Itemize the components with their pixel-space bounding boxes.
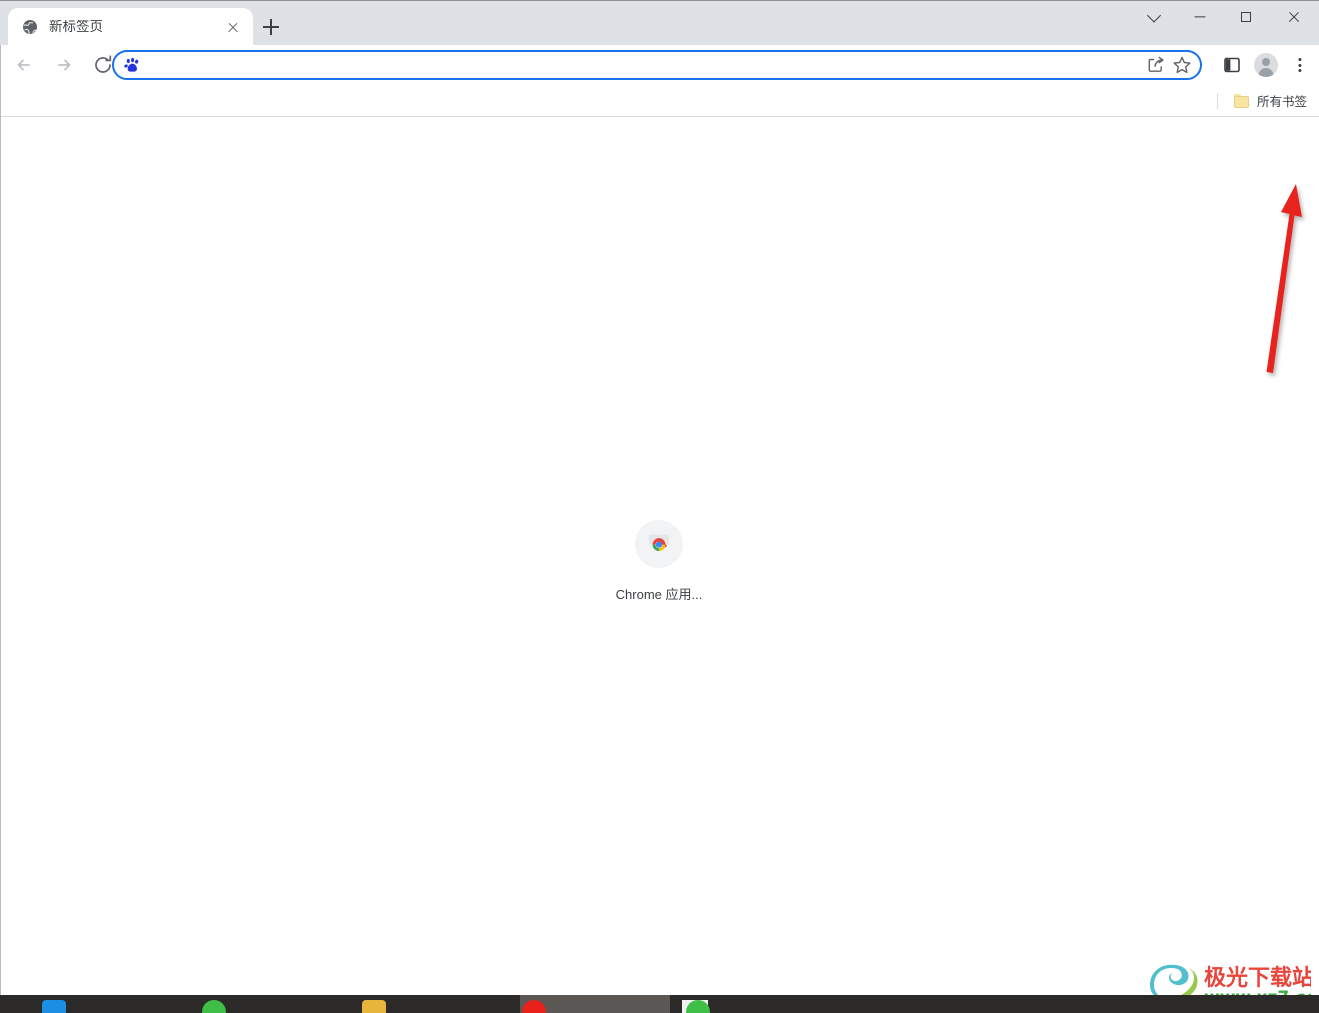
tab-new-tab-page[interactable]: 新标签页 xyxy=(8,8,253,46)
annotation-arrow xyxy=(1266,184,1302,373)
forward-button[interactable] xyxy=(46,48,80,82)
side-panel-icon xyxy=(1224,57,1240,73)
taskbar-icon-1[interactable] xyxy=(40,1000,68,1013)
back-button[interactable] xyxy=(8,48,42,82)
globe-icon xyxy=(22,19,38,35)
back-arrow-icon xyxy=(17,59,30,71)
window-controls xyxy=(1131,1,1319,46)
address-bar[interactable] xyxy=(112,50,1202,80)
all-bookmarks-button[interactable]: 所有书签 xyxy=(1228,89,1313,113)
all-bookmarks-label: 所有书签 xyxy=(1256,95,1307,109)
taskbar-icon-2[interactable] xyxy=(200,1000,228,1013)
browser-window: 新标签页 所有书签 Chrome 应用... xyxy=(0,0,1319,995)
three-dot-menu-icon xyxy=(1298,58,1302,62)
three-dot-menu-button[interactable] xyxy=(1285,48,1315,82)
close-icon[interactable] xyxy=(223,17,243,37)
minimize-icon xyxy=(1194,16,1206,18)
chrome-logo-icon xyxy=(635,520,683,568)
tab-title: 新标签页 xyxy=(49,20,103,34)
shortcut-chrome-apps[interactable]: Chrome 应用... xyxy=(614,520,704,603)
tab-search-button[interactable] xyxy=(1131,1,1177,33)
minimize-button[interactable] xyxy=(1177,1,1223,33)
tab-strip: 新标签页 xyxy=(0,0,1319,46)
chevron-down-icon xyxy=(1146,8,1162,23)
browser-toolbar xyxy=(0,45,1319,85)
new-tab-button[interactable] xyxy=(256,12,286,42)
bookmarks-bar: 所有书签 xyxy=(0,85,1319,117)
address-bar-input[interactable] xyxy=(149,54,1142,76)
taskbar-icon-3[interactable] xyxy=(360,1000,388,1013)
maximize-button[interactable] xyxy=(1223,1,1269,33)
close-window-button[interactable] xyxy=(1269,1,1319,33)
shortcut-label: Chrome 应用... xyxy=(615,587,703,602)
maximize-icon xyxy=(1241,12,1251,22)
folder-icon xyxy=(1233,93,1250,108)
baidu-paw-icon xyxy=(124,57,141,74)
forward-arrow-icon xyxy=(58,59,71,71)
toolbar-right-actions xyxy=(1215,48,1315,82)
star-icon[interactable] xyxy=(1170,53,1194,77)
profile-avatar-button[interactable] xyxy=(1249,48,1283,82)
new-tab-page-content: Chrome 应用... xyxy=(0,117,1319,994)
windows-taskbar[interactable] xyxy=(0,995,1319,1013)
avatar-icon xyxy=(1254,53,1278,77)
share-icon[interactable] xyxy=(1144,53,1168,77)
window-left-border xyxy=(0,45,1,995)
bookmarks-separator xyxy=(1216,92,1218,109)
close-icon xyxy=(1288,11,1301,24)
taskbar-icon-4[interactable] xyxy=(520,1000,548,1013)
taskbar-icon-5[interactable] xyxy=(684,1000,712,1013)
side-panel-button[interactable] xyxy=(1217,48,1247,82)
